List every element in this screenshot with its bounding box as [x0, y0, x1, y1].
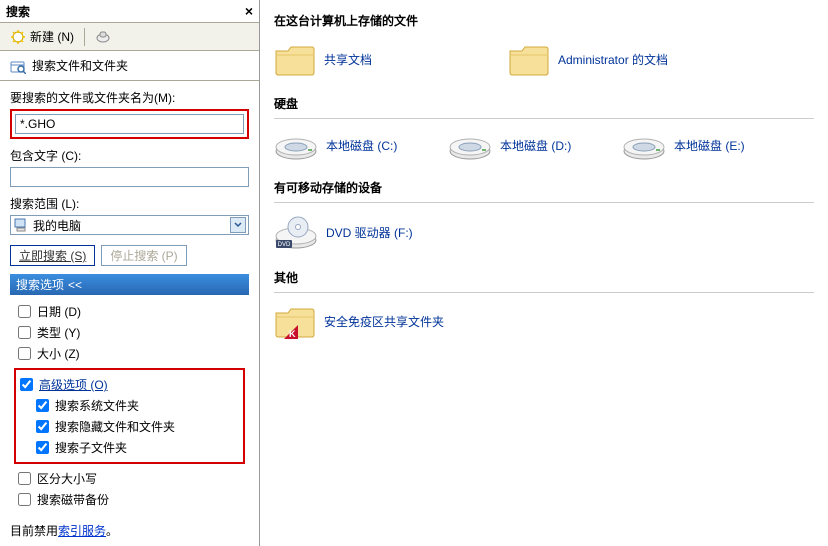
panel-toolbar: 新建 (N) [0, 22, 259, 51]
item-label: 本地磁盘 (E:) [674, 139, 745, 154]
dvd-drive-icon: DVD [274, 215, 318, 251]
opt-size[interactable]: 大小 (Z) [18, 343, 245, 364]
opt-advanced[interactable]: 高级选项 (O) [20, 374, 239, 395]
search-panel: 搜索 × 新建 (N) 搜索文件和文件夹 要搜索的文件 [0, 0, 260, 546]
stop-search-button: 停止搜索 (P) [101, 245, 186, 266]
item-label: 本地磁盘 (C:) [326, 139, 397, 154]
index-service-line: 目前禁用索引服务。 [0, 518, 259, 543]
panel-title: 搜索 [6, 3, 30, 20]
search-options-header[interactable]: 搜索选项<< [10, 274, 249, 295]
item-label: Administrator 的文档 [558, 53, 668, 68]
svg-text:K: K [289, 329, 296, 339]
opt-system-folders[interactable]: 搜索系统文件夹 [36, 395, 239, 416]
chevron-left-icon: << [68, 278, 82, 292]
new-label: 新建 (N) [30, 28, 74, 45]
opt-case[interactable]: 区分大小写 [18, 468, 245, 489]
item-shared-docs[interactable]: 共享文档 [274, 43, 484, 77]
item-label: 安全免疫区共享文件夹 [324, 315, 444, 330]
folder-icon [508, 43, 550, 77]
item-label: 本地磁盘 (D:) [500, 139, 571, 154]
opt-date[interactable]: 日期 (D) [18, 301, 245, 322]
opt-tape[interactable]: 搜索磁带备份 [18, 489, 245, 510]
button-row: 立即搜索 (S) 停止搜索 (P) [10, 245, 249, 266]
section-files-title: 在这台计算机上存储的文件 [274, 6, 814, 35]
search-options: 日期 (D) 类型 (Y) 大小 (Z) 高级选项 (O) 搜索系统文件夹 搜索… [10, 295, 249, 514]
item-disk-e[interactable]: 本地磁盘 (E:) [622, 131, 772, 161]
section-other-title: 其他 [274, 263, 814, 293]
section-removable-title: 有可移动存储的设备 [274, 173, 814, 203]
drive-icon [448, 131, 492, 161]
files-grid: 共享文档 Administrator 的文档 [274, 39, 814, 89]
scope-value: 我的电脑 [33, 217, 81, 234]
item-disk-d[interactable]: 本地磁盘 (D:) [448, 131, 598, 161]
opt-type[interactable]: 类型 (Y) [18, 322, 245, 343]
sparkle-icon [10, 29, 26, 45]
folder-icon [274, 43, 316, 77]
search-now-button[interactable]: 立即搜索 (S) [10, 245, 95, 266]
drive-icon [622, 131, 666, 161]
search-folder-icon [10, 58, 26, 74]
section-disks-title: 硬盘 [274, 89, 814, 119]
close-icon[interactable]: × [245, 3, 253, 19]
scope-label: 搜索范围 (L): [10, 195, 249, 212]
filename-input[interactable] [15, 114, 244, 134]
secure-folder-icon: K [274, 305, 316, 339]
panel-titlebar: 搜索 × [0, 0, 259, 22]
filename-highlight [10, 109, 249, 139]
drive-icon [274, 131, 318, 161]
opt-subfolders[interactable]: 搜索子文件夹 [36, 437, 239, 458]
index-service-link[interactable]: 索引服务 [58, 524, 106, 538]
computer-icon [13, 217, 29, 233]
scope-select[interactable]: 我的电脑 [10, 215, 249, 235]
new-button[interactable]: 新建 (N) [6, 26, 78, 47]
item-secure-folder[interactable]: K 安全免疫区共享文件夹 [274, 305, 484, 339]
advanced-highlight: 高级选项 (O) 搜索系统文件夹 搜索隐藏文件和文件夹 搜索子文件夹 [14, 368, 245, 464]
search-companions-row[interactable]: 搜索文件和文件夹 [0, 51, 259, 81]
chevron-down-icon[interactable] [230, 217, 246, 233]
toolbar-separator [84, 28, 85, 46]
item-label: DVD 驱动器 (F:) [326, 226, 413, 241]
other-grid: K 安全免疫区共享文件夹 [274, 301, 814, 351]
filename-label: 要搜索的文件或文件夹名为(M): [10, 89, 249, 106]
explorer-content: 在这台计算机上存储的文件 共享文档 Administrator 的文档 硬盘 [260, 0, 828, 546]
customize-icon [95, 29, 111, 45]
item-disk-c[interactable]: 本地磁盘 (C:) [274, 131, 424, 161]
svg-text:DVD: DVD [278, 242, 291, 248]
contains-label: 包含文字 (C): [10, 147, 249, 164]
item-dvd[interactable]: DVD DVD 驱动器 (F:) [274, 215, 484, 251]
item-label: 共享文档 [324, 53, 372, 68]
search-companions-label: 搜索文件和文件夹 [32, 57, 128, 74]
search-form: 要搜索的文件或文件夹名为(M): 包含文字 (C): 搜索范围 (L): 我的电… [0, 81, 259, 518]
opt-hidden-files[interactable]: 搜索隐藏文件和文件夹 [36, 416, 239, 437]
removable-grid: DVD DVD 驱动器 (F:) [274, 211, 814, 263]
contains-input[interactable] [10, 167, 249, 187]
item-admin-docs[interactable]: Administrator 的文档 [508, 43, 718, 77]
customize-button[interactable] [91, 27, 115, 47]
disks-grid: 本地磁盘 (C:) 本地磁盘 (D:) 本地磁盘 (E:) [274, 127, 814, 173]
